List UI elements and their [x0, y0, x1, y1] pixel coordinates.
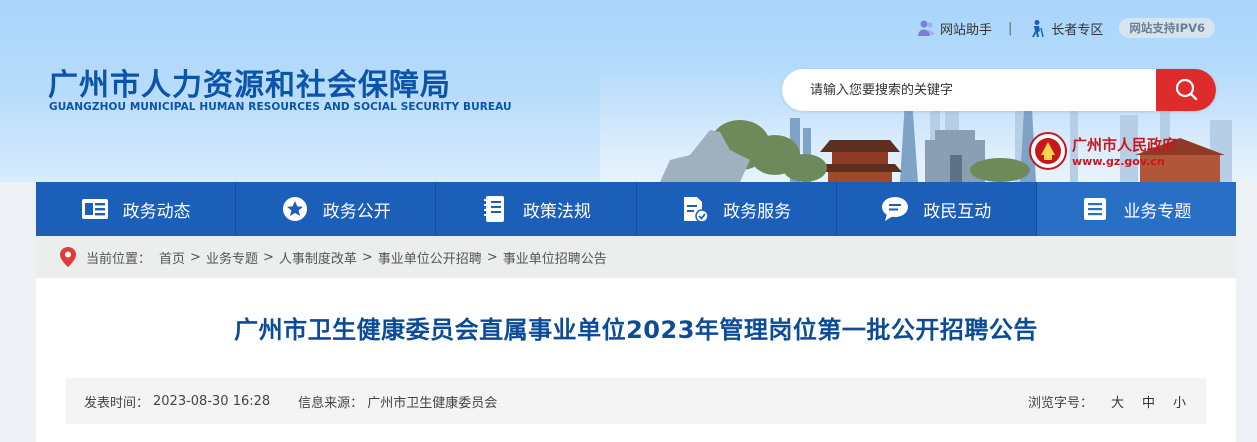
- user-group-icon: [917, 20, 934, 36]
- service-icon: [681, 195, 709, 223]
- font-size-label: 浏览字号：: [1027, 395, 1093, 411]
- gz-gov-logo[interactable]: 广州市人民政府 www.gz.gov.cn: [1028, 131, 1177, 171]
- star-icon: [281, 195, 309, 223]
- font-size-medium-button[interactable]: 中: [1142, 392, 1155, 411]
- site-logo-cn[interactable]: 广州市人力资源和社会保障局: [48, 60, 451, 104]
- site-assistant-label: 网站助手: [939, 22, 992, 38]
- breadcrumb-separator: >: [190, 249, 201, 265]
- list-icon: [1081, 195, 1109, 223]
- nav-label: 政务动态: [122, 201, 191, 222]
- source-label: 信息来源：: [298, 395, 364, 411]
- nav-label: 政务公开: [322, 201, 391, 222]
- nav-item-news[interactable]: 政务动态: [36, 182, 237, 236]
- article-container: 广州市卫生健康委员会直属事业单位2023年管理岗位第一批公开招聘公告 发表时间：…: [36, 278, 1236, 442]
- site-assistant-link[interactable]: 网站助手: [917, 19, 992, 38]
- chat-icon: [881, 195, 909, 223]
- top-divider: |: [1007, 20, 1013, 36]
- nav-label: 业务专题: [1123, 201, 1192, 222]
- breadcrumb-item[interactable]: 事业单位招聘公告: [503, 248, 607, 267]
- breadcrumb-separator: >: [361, 249, 373, 265]
- publish-time-value: 2023-08-30 16:28: [153, 393, 271, 409]
- breadcrumb-separator: >: [486, 249, 498, 265]
- breadcrumb-prefix: 当前位置：: [86, 251, 152, 267]
- nav-label: 政务服务: [723, 201, 792, 222]
- breadcrumb: 当前位置： 首页 > 业务专题 > 人事制度改革 > 事业单位公开招聘 > 事业…: [36, 236, 1236, 278]
- breadcrumb-item[interactable]: 人事制度改革: [279, 248, 357, 267]
- breadcrumb-item[interactable]: 事业单位公开招聘: [378, 248, 482, 267]
- senior-zone-link[interactable]: 长者专区: [1028, 19, 1103, 38]
- search-button[interactable]: [1156, 69, 1216, 111]
- source-value: 广州市卫生健康委员会: [367, 395, 498, 411]
- site-header: 网站助手 | 长者专区 网站支持IPV6 广州市人力资源和社会保障局 GUANG…: [0, 0, 1257, 182]
- nav-label: 政策法规: [522, 201, 591, 222]
- publish-time-label: 发表时间：: [84, 395, 150, 411]
- search-icon: [1175, 78, 1198, 101]
- gov-emblem-icon: [1029, 132, 1067, 170]
- nav-item-disclosure[interactable]: 政务公开: [236, 182, 437, 236]
- breadcrumb-item[interactable]: 首页: [159, 248, 185, 267]
- senior-zone-label: 长者专区: [1051, 22, 1104, 38]
- search-box: [782, 69, 1216, 111]
- breadcrumb-item[interactable]: 业务专题: [206, 248, 258, 267]
- font-size-small-button[interactable]: 小: [1173, 392, 1186, 411]
- nav-item-interaction[interactable]: 政民互动: [837, 182, 1037, 236]
- news-icon: [81, 195, 109, 223]
- site-logo-en: GUANGZHOU MUNICIPAL HUMAN RESOURCES AND …: [49, 101, 512, 113]
- gov-url: www.gz.gov.cn: [1072, 155, 1165, 168]
- nav-label: 政民互动: [923, 201, 992, 222]
- ipv6-badge: 网站支持IPV6: [1119, 18, 1215, 38]
- nav-item-services[interactable]: 政务服务: [637, 182, 837, 236]
- gov-logo-text: 广州市人民政府 www.gz.gov.cn: [1072, 134, 1177, 168]
- search-input[interactable]: [782, 69, 1156, 111]
- location-pin-icon: [60, 247, 76, 267]
- top-links: 网站助手 | 长者专区 网站支持IPV6: [917, 16, 1215, 40]
- breadcrumb-separator: >: [262, 249, 274, 265]
- nav-item-policy[interactable]: 政策法规: [436, 182, 637, 236]
- main-nav: 政务动态 政务公开 政策法规 政务服务 政民互动 业务专题: [36, 182, 1237, 236]
- document-icon: [481, 195, 509, 223]
- gov-name: 广州市人民政府: [1072, 136, 1178, 154]
- nav-item-topics[interactable]: 业务专题: [1036, 182, 1237, 236]
- font-size-large-button[interactable]: 大: [1111, 392, 1124, 411]
- article-title: 广州市卫生健康委员会直属事业单位2023年管理岗位第一批公开招聘公告: [234, 316, 1038, 344]
- article-meta-bar: 发表时间： 2023-08-30 16:28 信息来源： 广州市卫生健康委员会 …: [66, 378, 1206, 424]
- senior-icon: [1032, 20, 1045, 37]
